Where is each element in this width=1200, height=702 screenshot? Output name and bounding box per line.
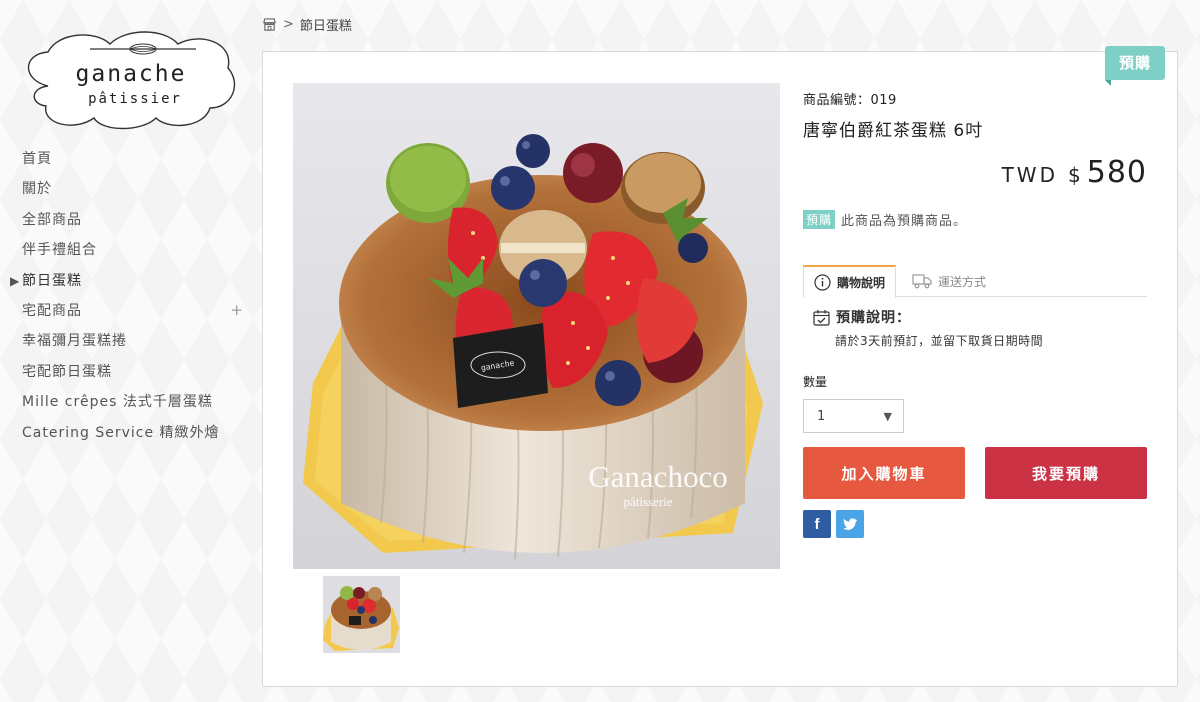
breadcrumb-current[interactable]: 節日蛋糕: [300, 15, 352, 34]
preorder-badge: 預購: [803, 210, 836, 229]
preorder-notice-text: 此商品為預購商品。: [841, 214, 968, 229]
sidebar-item-catering[interactable]: Catering Service 精緻外燴: [22, 424, 244, 454]
preorder-heading: 預購說明：: [836, 310, 911, 326]
price-symbol: $: [1068, 163, 1081, 187]
sidebar-item-label: 關於: [22, 181, 52, 198]
sidebar-item-label: 節日蛋糕: [22, 272, 82, 289]
sidebar-item-label: 全部商品: [22, 211, 82, 228]
svg-text:pâtissier: pâtissier: [88, 91, 182, 107]
sidebar-item-label: 宅配商品: [22, 302, 82, 319]
sidebar-item-label: 首頁: [22, 151, 52, 167]
preorder-heading-row: 預購說明：: [813, 307, 1147, 327]
product-info: 商品編號：019 唐寧伯爵紅茶蛋糕 6吋 TWD $580 預購 此商品為預購商品…: [803, 89, 1147, 538]
twitter-icon[interactable]: [836, 510, 864, 538]
info-tabs: 購物說明 運送方式: [803, 265, 1147, 298]
sidebar-item-delivery-holiday-cakes[interactable]: 宅配節日蛋糕: [22, 363, 244, 393]
add-to-cart-button[interactable]: 加入購物車: [803, 447, 965, 499]
svg-text:ganache: ganache: [76, 61, 187, 87]
sidebar-item-gift-sets[interactable]: 伴手禮組合: [22, 241, 244, 271]
sidebar-item-delivery[interactable]: 宅配商品 +: [22, 301, 244, 332]
sidebar-item-home[interactable]: 首頁: [22, 150, 244, 180]
caret-down-icon: ▼: [883, 409, 892, 423]
share-buttons: f: [803, 510, 1147, 538]
tab-label: 購物說明: [837, 276, 886, 290]
preorder-tag: 預購: [1105, 46, 1165, 86]
active-arrow-icon: ▶: [10, 273, 21, 288]
sidebar-item-cake-rolls[interactable]: 幸福彌月蛋糕捲: [22, 332, 244, 362]
sidebar-item-label: 伴手禮組合: [22, 242, 97, 259]
product-title: 唐寧伯爵紅茶蛋糕 6吋: [803, 121, 984, 141]
sidebar-item-label: Mille crêpes 法式千層蛋糕: [22, 394, 213, 411]
quantity-label: 數量: [803, 375, 828, 389]
brand-logo-graphic: ganache pâtissier: [28, 31, 236, 130]
sidebar-item-mille-crepes[interactable]: Mille crêpes 法式千層蛋糕: [22, 393, 244, 423]
info-icon: [814, 274, 831, 291]
cake-thumbnail-image: [323, 576, 400, 653]
product-price: TWD $580: [803, 155, 1147, 190]
breadcrumb: > 節日蛋糕: [262, 15, 352, 34]
expand-plus-icon[interactable]: +: [230, 301, 244, 319]
sidebar-item-all-products[interactable]: 全部商品: [22, 211, 244, 241]
svg-text:Ganachoco: Ganachoco: [588, 459, 727, 494]
truck-icon: [912, 274, 932, 289]
product-panel: 預購 ganache Ganachoco pâtisserie 商品編號：019…: [262, 46, 1178, 687]
product-thumbnail[interactable]: [323, 576, 400, 653]
tab-shipping[interactable]: 運送方式: [896, 265, 996, 297]
quantity-select[interactable]: 1 ▼: [803, 399, 904, 433]
preorder-detail: 請於3天前預訂，並留下取貨日期時間: [835, 334, 1044, 348]
action-buttons: 加入購物車 我要預購: [803, 447, 1147, 499]
cake-photo: ganache Ganachoco pâtisserie: [293, 83, 780, 569]
brand-logo[interactable]: ganache pâtissier: [18, 24, 244, 134]
price-amount: 580: [1086, 155, 1147, 190]
svg-text:pâtisserie: pâtisserie: [623, 494, 672, 509]
tab-purchase-info[interactable]: 購物說明: [803, 265, 897, 298]
product-code: 商品編號：019: [803, 93, 897, 108]
sidebar-item-label: 幸福彌月蛋糕捲: [22, 333, 127, 350]
sidebar-item-label: Catering Service 精緻外燴: [22, 424, 220, 441]
calendar-check-icon: [813, 309, 830, 326]
preorder-button[interactable]: 我要預購: [985, 447, 1147, 499]
sidebar-item-holiday-cakes[interactable]: ▶ 節日蛋糕: [10, 272, 244, 302]
preorder-notice: 預購 此商品為預購商品。: [803, 210, 1147, 229]
sidebar-item-label: 宅配節日蛋糕: [22, 363, 112, 380]
sidebar-nav: 首頁 關於 全部商品 伴手禮組合 ▶ 節日蛋糕 宅配商品 + 幸福彌月蛋糕捲 宅…: [10, 150, 244, 454]
facebook-icon[interactable]: f: [803, 510, 831, 538]
shop-icon[interactable]: [262, 17, 277, 32]
sidebar-item-about[interactable]: 關於: [22, 180, 244, 210]
breadcrumb-separator: >: [283, 16, 294, 32]
price-currency: TWD: [1001, 163, 1058, 187]
preorder-info: 預購說明： 請於3天前預訂，並留下取貨日期時間: [803, 307, 1147, 349]
tab-label: 運送方式: [938, 274, 987, 289]
twitter-bird-glyph: [843, 518, 857, 530]
product-main-image[interactable]: ganache Ganachoco pâtisserie: [293, 83, 780, 569]
quantity-value: 1: [817, 408, 826, 424]
